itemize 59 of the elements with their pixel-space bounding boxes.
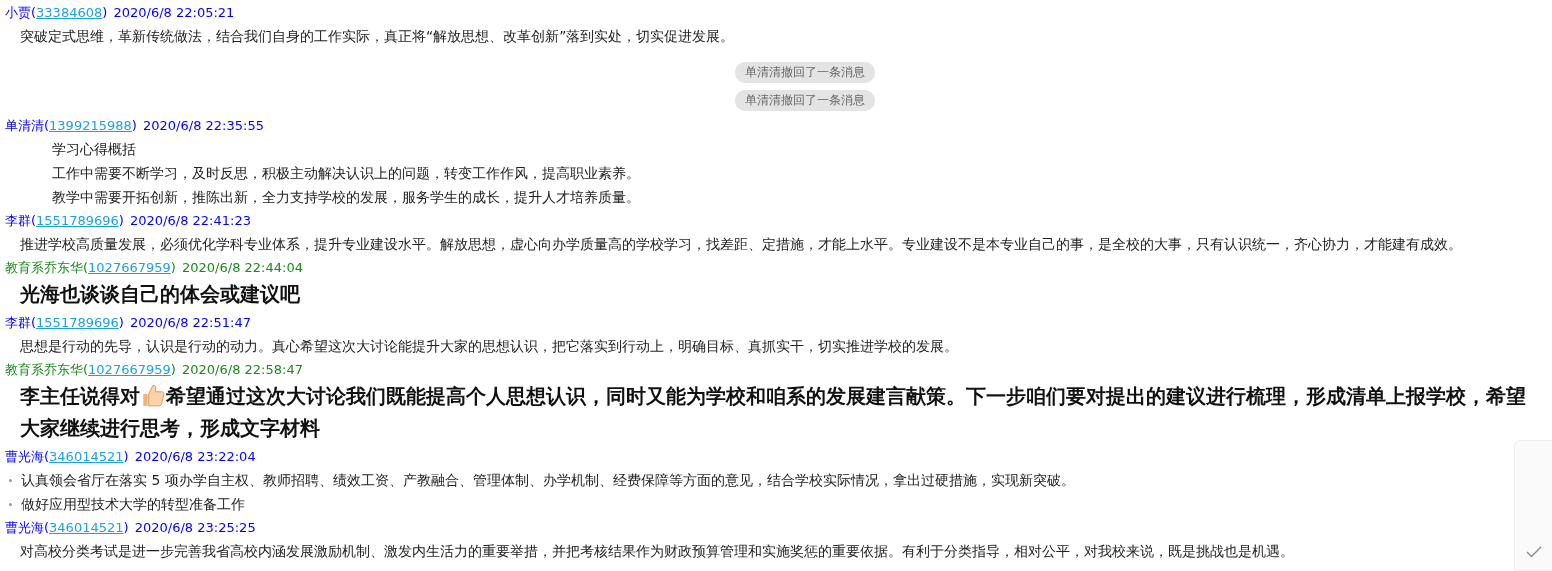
qq-link[interactable]: 346014521 xyxy=(49,449,124,464)
qq-link[interactable]: 1551789696 xyxy=(36,315,119,330)
check-icon[interactable] xyxy=(1525,546,1542,558)
bullet-icon xyxy=(9,502,12,506)
message-text: 学习心得概括 xyxy=(52,141,136,157)
qq-link[interactable]: 1399215988 xyxy=(49,118,132,133)
paren: ( xyxy=(31,315,37,330)
paren: ) xyxy=(131,118,137,133)
bullet-icon xyxy=(9,478,12,482)
paren: ) xyxy=(170,260,176,275)
message-text: 教学中需要开拓创新，推陈出新，全力支持学校的发展，服务学生的成长，提升人才培养质量。 xyxy=(52,189,640,205)
sender-name: 单清清 xyxy=(5,118,44,133)
sender-name: 李群 xyxy=(5,213,31,228)
message-text: 工作中需要不断学习，及时反思，积极主动解决认识上的问题，转变工作作风，提高职业素养。 xyxy=(52,165,640,181)
message-text: 光海也谈谈自己的体会或建议吧 xyxy=(20,283,300,306)
message-text: 希望通过这次大讨论我们既能提高个人思想认识，同时又能为学校和咱系的发展建言献策。下一步咱们要对提出的建议进行梳理，形成清单上报学校，希望 xyxy=(166,385,1526,408)
message-text: 认真领会省厅在落实 5 项办学自主权、教师招聘、绩效工资、产教融合、管理体制、办学机制、经费保障等方面的意见，结合学校实际情况，拿出过硬措施，实现新突破。 xyxy=(21,471,1075,490)
message-text: 思想是行动的先导，认识是行动的动力。真心希望这次大讨论能提升大家的思想认识，把它落实到行动上，明确目标、真抓实干，切实推进学校的发展。 xyxy=(20,338,958,354)
paren: ( xyxy=(83,260,89,275)
qq-link[interactable]: 33384608 xyxy=(36,5,103,20)
thumbs-up-icon xyxy=(140,382,166,408)
paren: ( xyxy=(44,449,50,464)
qq-link[interactable]: 1551789696 xyxy=(36,213,119,228)
recall-notice: 单清清撤回了一条消息 xyxy=(735,61,875,83)
paren: ( xyxy=(44,520,50,535)
sender-name: 李群 xyxy=(5,315,31,330)
sender-name: 教育系乔东华 xyxy=(5,260,83,275)
message-time: 2020/6/8 22:35:55 xyxy=(143,118,264,133)
message-time: 2020/6/8 22:41:23 xyxy=(130,213,251,228)
qq-link[interactable]: 1027667959 xyxy=(88,260,171,275)
paren: ( xyxy=(83,362,89,377)
message-text: 突破定式思维，革新传统做法，结合我们自身的工作实际，真正将“解放思想、改革创新”落到实处，切实促进发展。 xyxy=(20,28,735,44)
recall-notice: 单清清撤回了一条消息 xyxy=(735,89,875,111)
paren: ) xyxy=(123,520,129,535)
paren: ) xyxy=(118,213,124,228)
sender-name: 小贾 xyxy=(5,5,31,20)
message-text: 大家继续进行思考，形成文字材料 xyxy=(20,417,320,440)
message-text: 李主任说得对 xyxy=(20,385,140,408)
message-time: 2020/6/8 23:25:25 xyxy=(134,520,256,535)
sender-name: 教育系乔东华 xyxy=(5,362,83,377)
paren: ) xyxy=(118,315,124,330)
message-time: 2020/6/8 23:22:04 xyxy=(134,449,256,464)
paren: ) xyxy=(123,449,129,464)
paren: ) xyxy=(102,5,108,20)
qq-link[interactable]: 1027667959 xyxy=(88,362,171,377)
paren: ( xyxy=(44,118,50,133)
message-time: 2020/6/8 22:58:47 xyxy=(182,362,303,377)
message-text: 做好应用型技术大学的转型准备工作 xyxy=(21,495,245,514)
message-time: 2020/6/8 22:51:47 xyxy=(130,315,251,330)
sender-name: 曹光海 xyxy=(5,520,44,535)
message-time: 2020/6/8 22:44:04 xyxy=(182,260,303,275)
sender-name: 曹光海 xyxy=(5,449,44,464)
message-text: 推进学校高质量发展，必须优化学科专业体系，提升专业建设水平。解放思想，虚心向办学质量高的学校学习，找差距、定措施，才能上水平。专业建设不是本专业自己的事，是全校的大事，只有认识统一，齐心协力，才能建有成效。 xyxy=(20,236,1462,252)
message-time: 2020/6/8 22:05:21 xyxy=(113,5,235,20)
qq-link[interactable]: 346014521 xyxy=(49,520,124,535)
message-text: 对高校分类考试是进一步完善我省高校内涵发展激励机制、激发内生活力的重要举措，并把考核结果作为财政预算管理和实施奖惩的重要依据。有利于分类指导，相对公平，对我校来说，既是挑战也是机遇。 xyxy=(20,543,1294,559)
paren: ( xyxy=(31,5,37,20)
paren: ( xyxy=(31,213,37,228)
paren: ) xyxy=(170,362,176,377)
